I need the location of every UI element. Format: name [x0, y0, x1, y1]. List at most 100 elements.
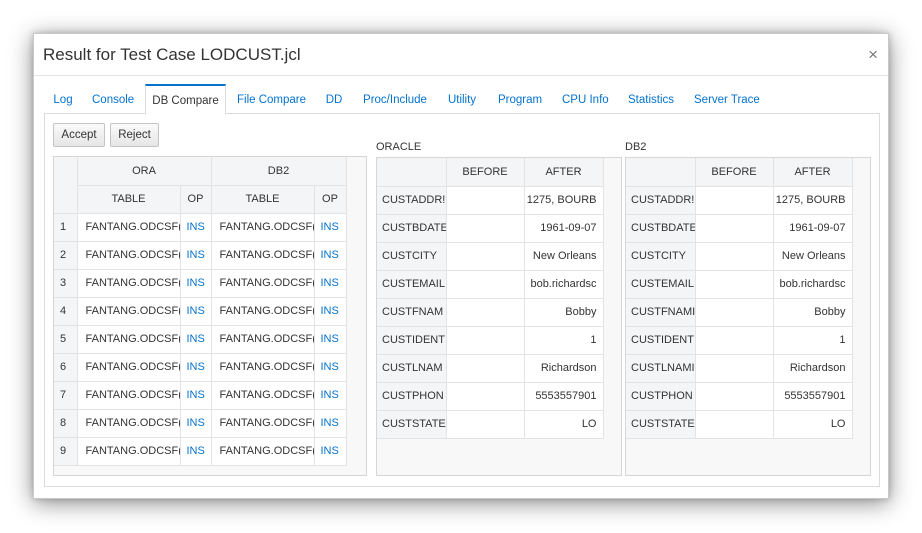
tab-dd[interactable]: DD	[324, 84, 344, 114]
table-row[interactable]: 1 FANTANG.ODCSF(INS FANTANG.ODCSF(INS	[54, 213, 347, 242]
table-row[interactable]: CUSTLNAM Richardson	[377, 354, 604, 383]
after-value-cell: Bobby	[773, 298, 853, 327]
table-row[interactable]: CUSTPHON 5553557901	[626, 382, 853, 411]
ora-op-link[interactable]: INS	[180, 325, 212, 354]
field-name-cell: CUSTSTATE	[626, 410, 696, 439]
field-column-header	[377, 158, 447, 187]
db2-op-link[interactable]: INS	[314, 437, 347, 466]
table-row[interactable]: CUSTFNAM Bobby	[377, 298, 604, 327]
db2-op-link[interactable]: INS	[314, 269, 347, 298]
after-value-cell: Bobby	[524, 298, 604, 327]
tab-statistics[interactable]: Statistics	[628, 84, 674, 114]
table-row[interactable]: CUSTADDR! 1275, BOURB	[626, 186, 853, 215]
table-row[interactable]: CUSTSTATE LO	[377, 410, 604, 439]
db2-op-link[interactable]: INS	[314, 325, 347, 354]
after-value-cell: 5553557901	[524, 382, 604, 411]
before-value-cell	[446, 410, 525, 439]
table-row[interactable]: 4 FANTANG.ODCSF(INS FANTANG.ODCSF(INS	[54, 297, 347, 326]
reject-button[interactable]: Reject	[110, 123, 159, 147]
before-value-cell	[446, 354, 525, 383]
table-row[interactable]: 9 FANTANG.ODCSF(INS FANTANG.ODCSF(INS	[54, 437, 347, 466]
ora-op-link[interactable]: INS	[180, 353, 212, 382]
db2-table-cell: FANTANG.ODCSF(	[211, 213, 315, 242]
db2-op-link[interactable]: INS	[314, 381, 347, 410]
table-row[interactable]: CUSTIDENT 1	[626, 326, 853, 355]
before-column-header[interactable]: BEFORE	[446, 158, 525, 187]
ora-table-column-header[interactable]: TABLE	[77, 185, 181, 214]
field-column-header	[626, 158, 696, 187]
tab-db-compare[interactable]: DB Compare	[145, 84, 226, 115]
ora-op-link[interactable]: INS	[180, 297, 212, 326]
ora-op-link[interactable]: INS	[180, 381, 212, 410]
ora-op-link[interactable]: INS	[180, 269, 212, 298]
row-number: 7	[54, 381, 78, 410]
table-row[interactable]: 5 FANTANG.ODCSF(INS FANTANG.ODCSF(INS	[54, 325, 347, 354]
db2-op-link[interactable]: INS	[314, 353, 347, 382]
db2-op-link[interactable]: INS	[314, 241, 347, 270]
tab-console[interactable]: Console	[92, 84, 134, 114]
field-name-cell: CUSTADDR!	[626, 186, 696, 215]
after-column-header[interactable]: AFTER	[773, 158, 853, 187]
ora-op-link[interactable]: INS	[180, 437, 212, 466]
table-row[interactable]: CUSTSTATE LO	[626, 410, 853, 439]
field-name-cell: CUSTIDENT	[626, 326, 696, 355]
before-value-cell	[695, 354, 774, 383]
field-name-cell: CUSTSTATE	[377, 410, 447, 439]
db2-table-cell: FANTANG.ODCSF(	[211, 269, 315, 298]
close-icon[interactable]: ×	[868, 46, 878, 63]
field-name-cell: CUSTADDR!	[377, 186, 447, 215]
tab-file-compare[interactable]: File Compare	[237, 84, 306, 114]
row-number: 9	[54, 437, 78, 466]
db2-op-link[interactable]: INS	[314, 409, 347, 438]
before-value-cell	[695, 410, 774, 439]
db2-op-column-header[interactable]: OP	[314, 185, 347, 214]
db2-table-cell: FANTANG.ODCSF(	[211, 297, 315, 326]
tab-cpu-info[interactable]: CPU Info	[562, 84, 609, 114]
db2-table-cell: FANTANG.ODCSF(	[211, 325, 315, 354]
row-number: 2	[54, 241, 78, 270]
ora-op-column-header[interactable]: OP	[180, 185, 212, 214]
db2-op-link[interactable]: INS	[314, 297, 347, 326]
ora-op-link[interactable]: INS	[180, 241, 212, 270]
tab-server-trace[interactable]: Server Trace	[694, 84, 760, 114]
before-column-header[interactable]: BEFORE	[695, 158, 774, 187]
db2-table-cell: FANTANG.ODCSF(	[211, 437, 315, 466]
ora-op-link[interactable]: INS	[180, 409, 212, 438]
table-row[interactable]: CUSTCITY New Orleans	[626, 242, 853, 271]
tab-program[interactable]: Program	[498, 84, 542, 114]
table-row[interactable]: CUSTLNAMI Richardson	[626, 354, 853, 383]
db2-table-cell: FANTANG.ODCSF(	[211, 381, 315, 410]
table-row[interactable]: CUSTBDATE 1961-09-07	[626, 214, 853, 243]
table-row[interactable]: CUSTEMAIL bob.richardsc	[377, 270, 604, 299]
dialog-title: Result for Test Case LODCUST.jcl	[43, 45, 301, 64]
table-row[interactable]: 8 FANTANG.ODCSF(INS FANTANG.ODCSF(INS	[54, 409, 347, 438]
before-value-cell	[446, 214, 525, 243]
db2-table-cell: FANTANG.ODCSF(	[211, 409, 315, 438]
field-name-cell: CUSTBDATE	[377, 214, 447, 243]
db2-op-link[interactable]: INS	[314, 213, 347, 242]
after-column-header[interactable]: AFTER	[524, 158, 604, 187]
table-row[interactable]: CUSTPHON 5553557901	[377, 382, 604, 411]
db2-table: BEFORE AFTER CUSTADDR! 1275, BOURB CUSTBD…	[626, 158, 853, 439]
before-value-cell	[695, 326, 774, 355]
table-row[interactable]: 7 FANTANG.ODCSF(INS FANTANG.ODCSF(INS	[54, 381, 347, 410]
accept-button[interactable]: Accept	[53, 123, 105, 147]
db2-group-header: DB2	[211, 157, 347, 186]
ora-table-cell: FANTANG.ODCSF(	[77, 213, 181, 242]
tab-log[interactable]: Log	[52, 84, 74, 114]
table-row[interactable]: CUSTBDATE 1961-09-07	[377, 214, 604, 243]
table-row[interactable]: CUSTEMAIL bob.richardsc	[626, 270, 853, 299]
table-row[interactable]: 6 FANTANG.ODCSF(INS FANTANG.ODCSF(INS	[54, 353, 347, 382]
field-name-cell: CUSTEMAIL	[626, 270, 696, 299]
table-row[interactable]: 2 FANTANG.ODCSF(INS FANTANG.ODCSF(INS	[54, 241, 347, 270]
db2-table-column-header[interactable]: TABLE	[211, 185, 315, 214]
table-row[interactable]: CUSTCITY New Orleans	[377, 242, 604, 271]
table-row[interactable]: CUSTADDR! 1275, BOURB	[377, 186, 604, 215]
table-row[interactable]: CUSTIDENT 1	[377, 326, 604, 355]
table-row[interactable]: 3 FANTANG.ODCSF(INS FANTANG.ODCSF(INS	[54, 269, 347, 298]
tab-proc-include[interactable]: Proc/Include	[363, 84, 427, 114]
field-name-cell: CUSTBDATE	[626, 214, 696, 243]
table-row[interactable]: CUSTFNAMI Bobby	[626, 298, 853, 327]
tab-utility[interactable]: Utility	[446, 84, 478, 114]
ora-op-link[interactable]: INS	[180, 213, 212, 242]
